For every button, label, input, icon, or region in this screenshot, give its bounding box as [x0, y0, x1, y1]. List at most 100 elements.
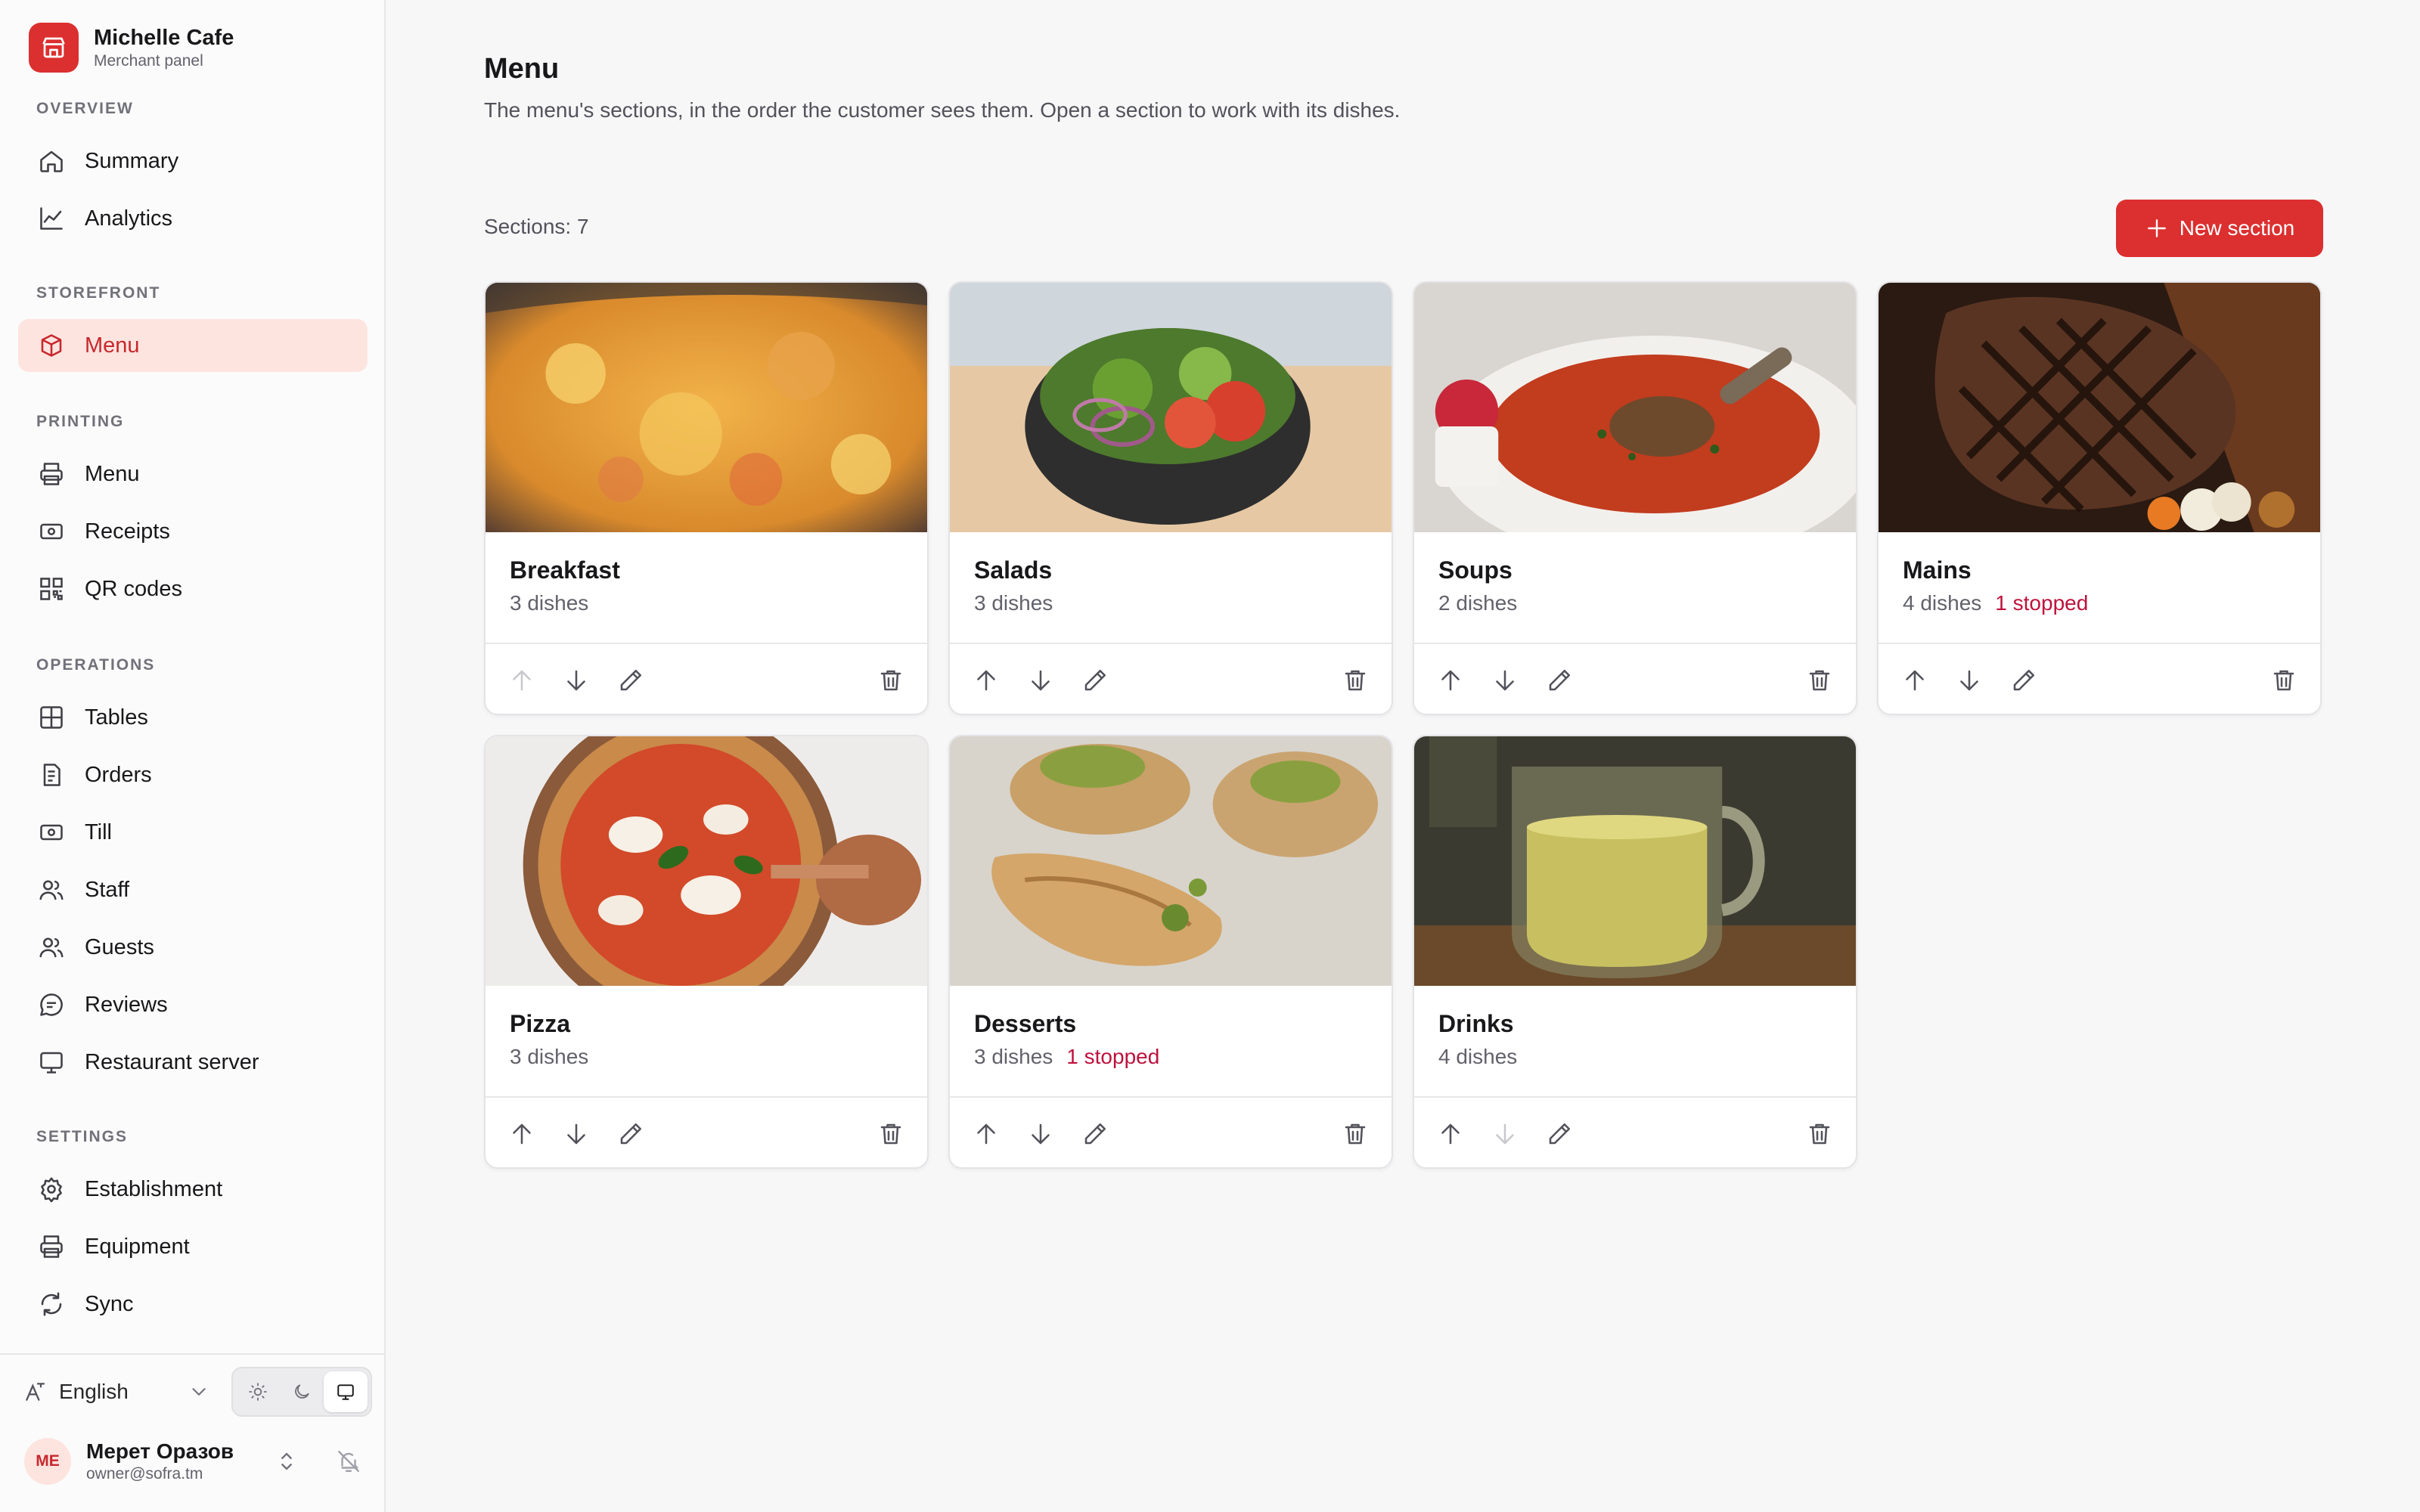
grid-icon — [40, 706, 63, 729]
store-logo-icon — [29, 23, 79, 73]
trash-icon[interactable] — [877, 667, 904, 694]
sidebar-item-label: Menu — [85, 461, 140, 486]
language-label: English — [59, 1380, 129, 1403]
section-name: Soups — [1438, 556, 1512, 584]
monitor-icon — [337, 1384, 354, 1400]
trash-icon[interactable] — [877, 1120, 904, 1148]
sidebar-item-label: Restaurant server — [85, 1049, 259, 1074]
trash-icon[interactable] — [1806, 1120, 1833, 1148]
section-label-settings: SETTINGS — [36, 1128, 129, 1145]
edit-pencil-icon[interactable] — [1546, 667, 1573, 694]
section-label-printing: PRINTING — [36, 413, 125, 430]
trash-icon[interactable] — [1342, 667, 1369, 694]
sidebar-item-sync[interactable]: Sync — [18, 1278, 368, 1331]
section-image — [486, 283, 927, 532]
section-dish-count: 3 dishes — [974, 591, 1053, 615]
sidebar-item-label: Orders — [85, 762, 152, 787]
sidebar-item-menu[interactable]: Menu — [18, 319, 368, 372]
move-up-icon[interactable] — [973, 1120, 1000, 1148]
sidebar-item-label: Reviews — [85, 992, 168, 1017]
trash-icon[interactable] — [1342, 1120, 1369, 1148]
edit-pencil-icon[interactable] — [1081, 667, 1109, 694]
move-down-icon[interactable] — [563, 667, 590, 694]
user-email: owner@sofra.tm — [86, 1465, 203, 1483]
section-card-breakfast[interactable]: Breakfast 3 dishes — [484, 281, 929, 715]
move-up-icon[interactable] — [973, 667, 1000, 694]
sidebar-item-guests[interactable]: Guests — [18, 921, 368, 974]
section-image — [1414, 283, 1856, 532]
section-image — [486, 736, 927, 986]
user-menu[interactable]: ME Мерет Оразов owner@sofra.tm — [24, 1438, 372, 1485]
sidebar-item-equipment[interactable]: Equipment — [18, 1220, 368, 1273]
brand[interactable]: Michelle Cafe Merchant panel — [29, 23, 234, 73]
sidebar-item-label: Till — [85, 820, 112, 844]
new-section-label: New section — [2179, 216, 2295, 240]
section-actions — [486, 1098, 927, 1167]
sidebar-item-summary[interactable]: Summary — [18, 135, 368, 187]
section-dish-count: 3 dishes — [510, 1045, 589, 1068]
trash-icon[interactable] — [2270, 667, 2297, 694]
section-actions — [950, 644, 1392, 714]
theme-system-button[interactable] — [324, 1371, 368, 1412]
move-up-icon[interactable] — [1437, 667, 1464, 694]
theme-light-button[interactable] — [236, 1371, 280, 1412]
section-image — [1879, 283, 2320, 532]
sidebar-item-analytics[interactable]: Analytics — [18, 192, 368, 245]
sidebar-item-label: Tables — [85, 705, 148, 730]
edit-pencil-icon[interactable] — [1546, 1120, 1573, 1148]
theme-dark-button[interactable] — [280, 1371, 324, 1412]
sidebar-item-establishment[interactable]: Establishment — [18, 1163, 368, 1216]
new-section-button[interactable]: New section — [2116, 200, 2323, 257]
move-down-icon[interactable] — [563, 1120, 590, 1148]
trash-icon[interactable] — [1806, 667, 1833, 694]
chat-icon — [40, 993, 63, 1016]
bell-off-icon[interactable] — [336, 1448, 361, 1474]
move-up-icon[interactable] — [508, 1120, 535, 1148]
section-card-drinks[interactable]: Drinks 4 dishes — [1413, 735, 1857, 1169]
section-name: Drinks — [1438, 1010, 1514, 1037]
move-down-icon[interactable] — [1491, 1120, 1519, 1148]
sidebar-item-reviews[interactable]: Reviews — [18, 978, 368, 1031]
move-up-icon[interactable] — [508, 667, 535, 694]
sidebar-item-staff[interactable]: Staff — [18, 863, 368, 916]
move-down-icon[interactable] — [1027, 667, 1054, 694]
printer-icon — [40, 1235, 63, 1258]
edit-pencil-icon[interactable] — [617, 1120, 644, 1148]
section-dish-count: 4 dishes — [1438, 1045, 1518, 1068]
move-down-icon[interactable] — [1027, 1120, 1054, 1148]
section-card-pizza[interactable]: Pizza 3 dishes — [484, 735, 929, 1169]
edit-pencil-icon[interactable] — [1081, 1120, 1109, 1148]
section-card-soups[interactable]: Soups 2 dishes — [1413, 281, 1857, 715]
sidebar-item-print-menu[interactable]: Menu — [18, 448, 368, 500]
page-description: The menu's sections, in the order the cu… — [484, 98, 1401, 122]
move-down-icon[interactable] — [1491, 667, 1519, 694]
avatar: ME — [24, 1438, 71, 1485]
chart-line-icon — [40, 207, 63, 230]
edit-pencil-icon[interactable] — [617, 667, 644, 694]
sidebar-item-label: Summary — [85, 148, 179, 173]
sidebar-item-receipts[interactable]: Receipts — [18, 505, 368, 558]
sidebar-item-label: Receipts — [85, 519, 170, 544]
edit-pencil-icon[interactable] — [2010, 667, 2037, 694]
section-label-overview: OVERVIEW — [36, 100, 134, 117]
section-card-salads[interactable]: Salads 3 dishes — [948, 281, 1393, 715]
section-label-operations: OPERATIONS — [36, 656, 156, 674]
sidebar-item-restaurant-server[interactable]: Restaurant server — [18, 1036, 368, 1089]
section-card-desserts[interactable]: Desserts 3 dishes 1 stopped — [948, 735, 1393, 1169]
move-down-icon[interactable] — [1956, 667, 1983, 694]
stopped-badge: 1 stopped — [1995, 591, 2089, 615]
sidebar-item-tables[interactable]: Tables — [18, 691, 368, 744]
box-stack-icon — [41, 334, 62, 357]
section-card-mains[interactable]: Mains 4 dishes 1 stopped — [1877, 281, 2322, 715]
sidebar-item-qr-codes[interactable]: QR codes — [18, 562, 368, 615]
move-up-icon[interactable] — [1901, 667, 1928, 694]
sections-count: Sections: 7 — [484, 215, 589, 238]
sidebar-item-till[interactable]: Till — [18, 806, 368, 859]
chevrons-up-down-icon[interactable] — [274, 1448, 299, 1474]
language-select[interactable]: English — [23, 1367, 210, 1417]
section-name: Pizza — [510, 1010, 571, 1037]
section-image — [950, 283, 1392, 532]
section-dish-count: 2 dishes — [1438, 591, 1518, 615]
move-up-icon[interactable] — [1437, 1120, 1464, 1148]
sidebar-item-orders[interactable]: Orders — [18, 748, 368, 801]
